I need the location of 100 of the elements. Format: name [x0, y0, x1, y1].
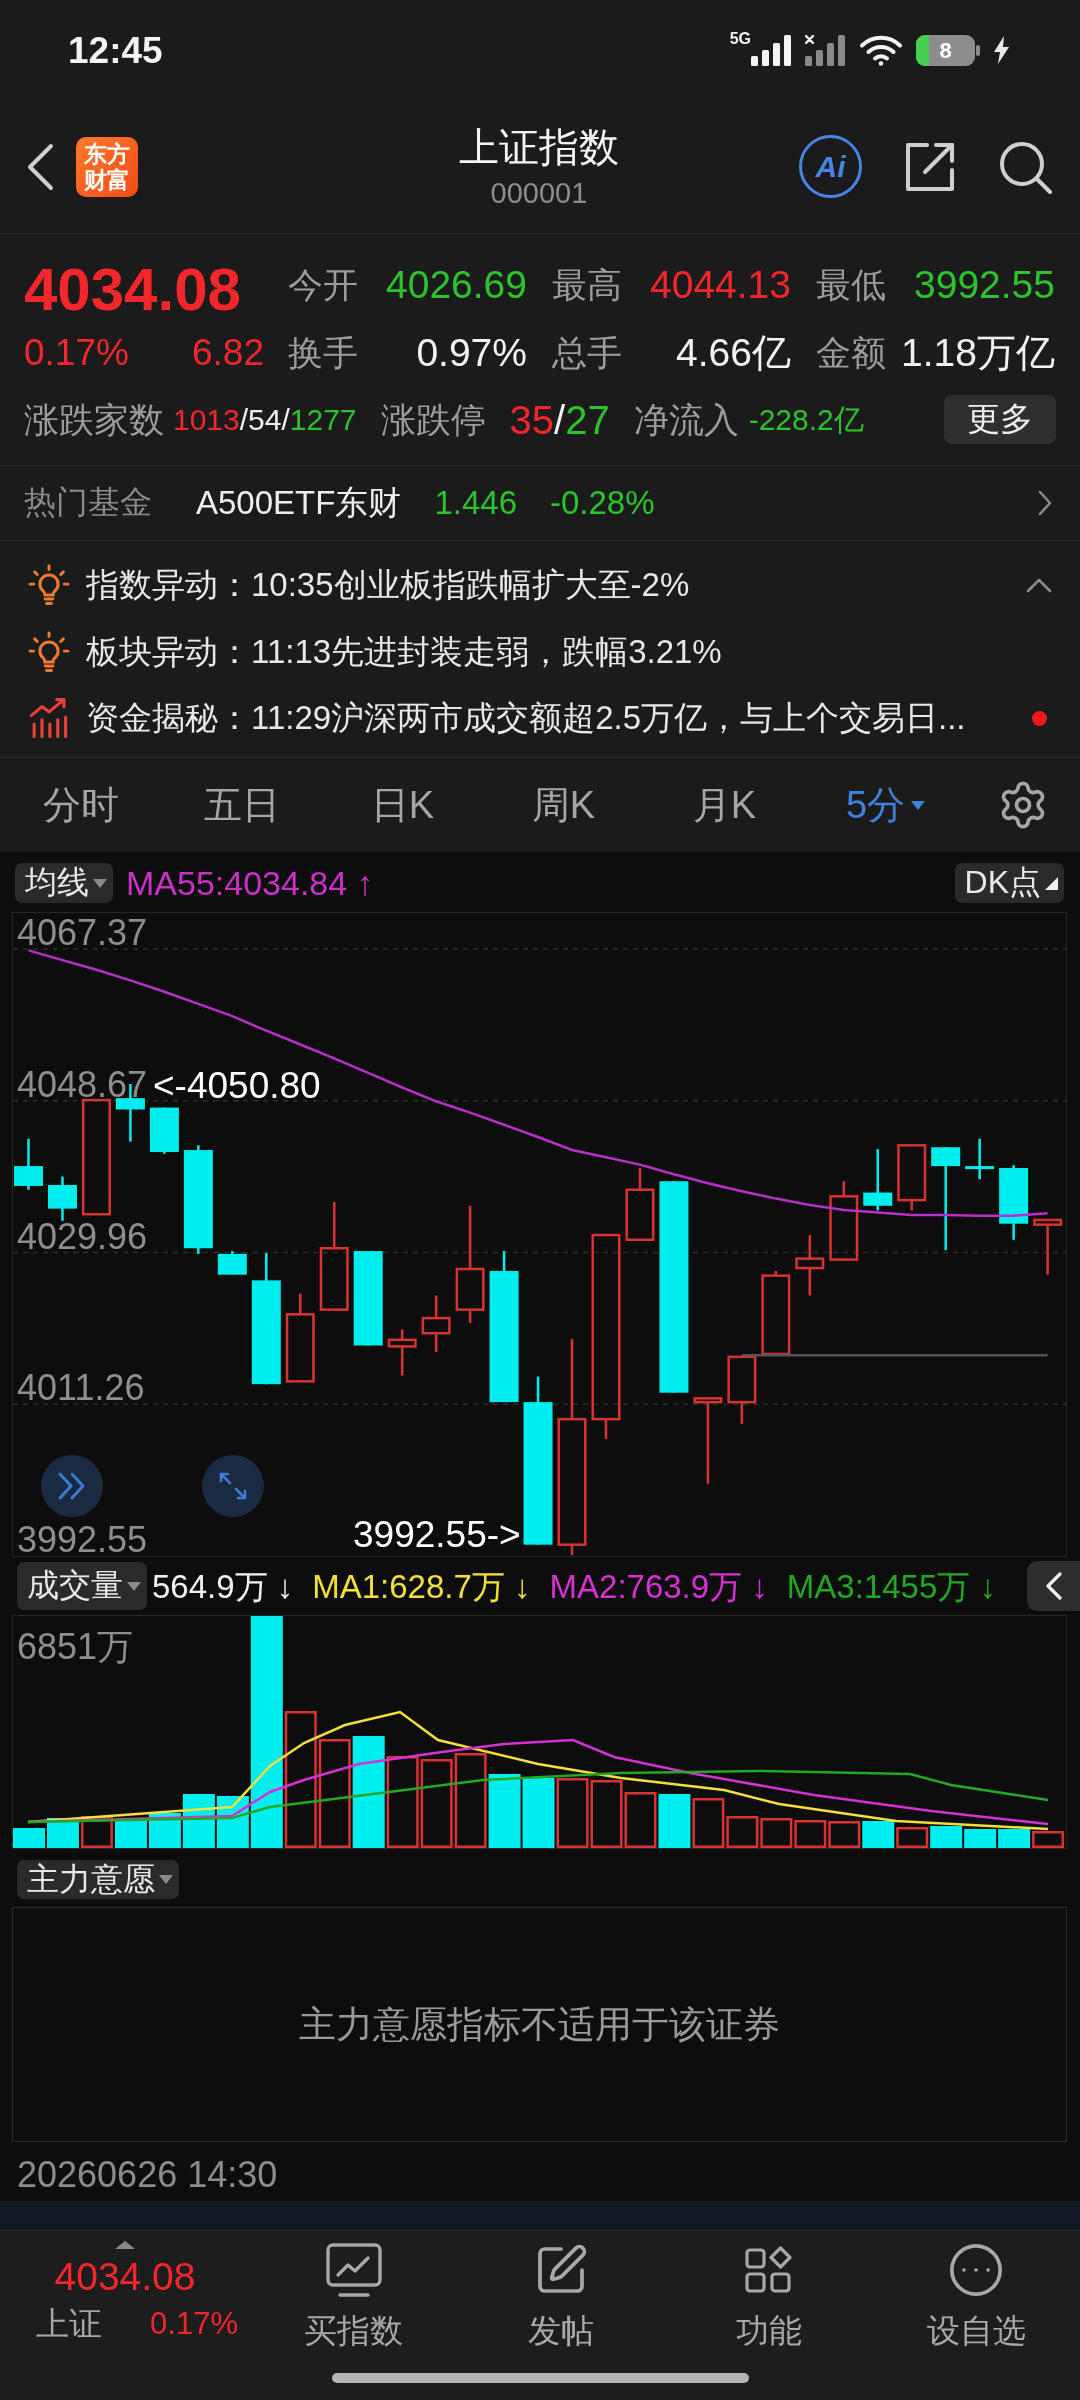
bottom-nav-item[interactable]: 发帖 [457, 2241, 665, 2360]
lightbulb-icon [28, 630, 70, 673]
period-tab[interactable]: 5分 [805, 758, 966, 852]
axis-label: 3992.55 [17, 1522, 148, 1558]
period-tab[interactable]: 分时 [0, 758, 161, 852]
period-tab[interactable]: 月K [644, 758, 805, 852]
stat-label: 净流入 [633, 402, 739, 437]
status-time: 12:45 [68, 31, 163, 69]
news-headline[interactable]: 资金揭秘：11:29沪深两市成交额超2.5万亿，与上个交易日... [86, 698, 1010, 739]
volume-bar [896, 1827, 929, 1848]
index-price: 4034.08 [54, 2257, 196, 2297]
net-inflow-value: -228.2亿 [748, 404, 864, 435]
period-tab[interactable]: 五日 [161, 758, 322, 852]
stat-value: 0.97% [416, 332, 527, 372]
stat-value: 4026.69 [386, 264, 527, 304]
index-name: 上证 [36, 2305, 102, 2343]
rising-candle [421, 1295, 451, 1353]
falling-candle [965, 1138, 995, 1180]
axis-label: 4048.67 [17, 1066, 148, 1103]
falling-candle [217, 1251, 247, 1275]
collapse-panel-button[interactable] [1027, 1561, 1080, 1611]
falling-candle [47, 1176, 77, 1221]
search-icon[interactable] [998, 139, 1052, 194]
rising-candle [727, 1355, 757, 1424]
stat-label: 涨跌停 [380, 402, 486, 437]
index-code: 000001 [490, 175, 588, 210]
falling-candle [14, 1138, 43, 1190]
stat-label: 最高 [552, 266, 622, 302]
volume-bar [930, 1826, 963, 1848]
volume-bar [998, 1829, 1031, 1848]
volume-reading: MA1:628.7万 ↓ [312, 1569, 531, 1603]
period-tab[interactable]: 周K [483, 758, 644, 852]
wifi-icon [859, 34, 903, 66]
stat-label: 总手 [552, 334, 622, 370]
rising-candle [387, 1329, 417, 1376]
falling-candle [149, 1107, 179, 1154]
line-chart-icon [325, 2243, 382, 2297]
no-signal-icon [805, 34, 846, 66]
signal-icon [751, 34, 792, 66]
axis-label: 6851万 [17, 1629, 134, 1665]
caret-icon [159, 1875, 173, 1884]
bottom-nav-item[interactable]: 设自选 [872, 2241, 1080, 2360]
volume-bar [590, 1780, 623, 1848]
period-tab[interactable]: 日K [322, 758, 483, 852]
page-title: 上证指数 [459, 123, 619, 170]
volume-bar [80, 1816, 113, 1848]
dk-points-toggle[interactable]: DK点 [954, 863, 1064, 903]
chevron-right-icon[interactable] [1038, 490, 1052, 516]
bottom-nav-item[interactable]: 买指数 [250, 2241, 458, 2360]
bottom-nav-item[interactable]: 功能 [665, 2241, 873, 2360]
stat-value: 3992.55 [914, 264, 1055, 304]
caret-up-icon[interactable] [115, 2241, 135, 2249]
rising-candle [1033, 1218, 1063, 1275]
volume-bar [114, 1820, 147, 1848]
fund-change: -0.28% [550, 484, 655, 522]
volume-bar [658, 1794, 691, 1848]
back-icon[interactable] [26, 142, 54, 191]
limit-up-down-count: 35/27 [509, 399, 610, 440]
news-headline[interactable]: 板块异动：11:13先进封装走弱，跌幅3.21% [86, 631, 1010, 672]
index-change: 0.17% [150, 2305, 238, 2343]
low-price-marker: 3992.55-> [353, 1516, 521, 1553]
volume-bar [760, 1818, 793, 1848]
news-headline[interactable]: 指数异动：10:35创业板指跌幅扩大至-2% [86, 565, 1010, 606]
volume-bar [794, 1820, 827, 1848]
change-percent: 0.17% [24, 333, 129, 371]
share-icon[interactable] [904, 140, 956, 193]
bar-chart-icon [28, 697, 70, 740]
more-button[interactable]: 更多 [944, 395, 1056, 444]
rising-candle [795, 1235, 825, 1296]
stat-value: 1.18万亿 [901, 332, 1055, 372]
volume-reading: 564.9万 ↓ [152, 1569, 294, 1603]
volume-dropdown[interactable]: 成交量 [17, 1562, 147, 1610]
change-amount: 6.82 [192, 333, 264, 371]
indicator-dropdown[interactable]: 主力意愿 [17, 1860, 179, 1899]
volume-bar [556, 1778, 589, 1848]
volume-bar [522, 1778, 555, 1848]
stat-label: 最低 [816, 266, 886, 302]
axis-label: 4029.96 [17, 1218, 148, 1255]
volume-reading: MA3:1455万 ↓ [786, 1569, 996, 1603]
overlay-dropdown[interactable]: 均线 [15, 863, 113, 903]
ai-button[interactable]: Ai [799, 135, 862, 198]
caret-icon [127, 1581, 141, 1591]
volume-bar [1032, 1831, 1065, 1848]
fund-price: 1.446 [434, 484, 517, 522]
stat-label: 换手 [288, 334, 358, 370]
chevron-left-icon [1045, 1572, 1062, 1600]
stat-label: 今开 [288, 266, 358, 302]
caret-icon [93, 878, 107, 888]
caret-icon [911, 800, 926, 810]
double-chevron-icon [57, 1471, 87, 1501]
axis-label: 4011.26 [17, 1370, 145, 1407]
ma-reading: MA55:4034.84 ↑ [126, 863, 374, 903]
volume-reading: MA2:763.9万 ↓ [549, 1569, 768, 1603]
fund-name[interactable]: A500ETF东财 [196, 480, 402, 526]
collapse-icon[interactable] [1026, 577, 1052, 593]
lightbulb-icon [28, 564, 70, 607]
current-price: 4034.08 [24, 264, 242, 316]
stat-value: 4.66亿 [676, 332, 791, 372]
volume-bar [828, 1821, 861, 1848]
volume-bar [862, 1821, 895, 1848]
